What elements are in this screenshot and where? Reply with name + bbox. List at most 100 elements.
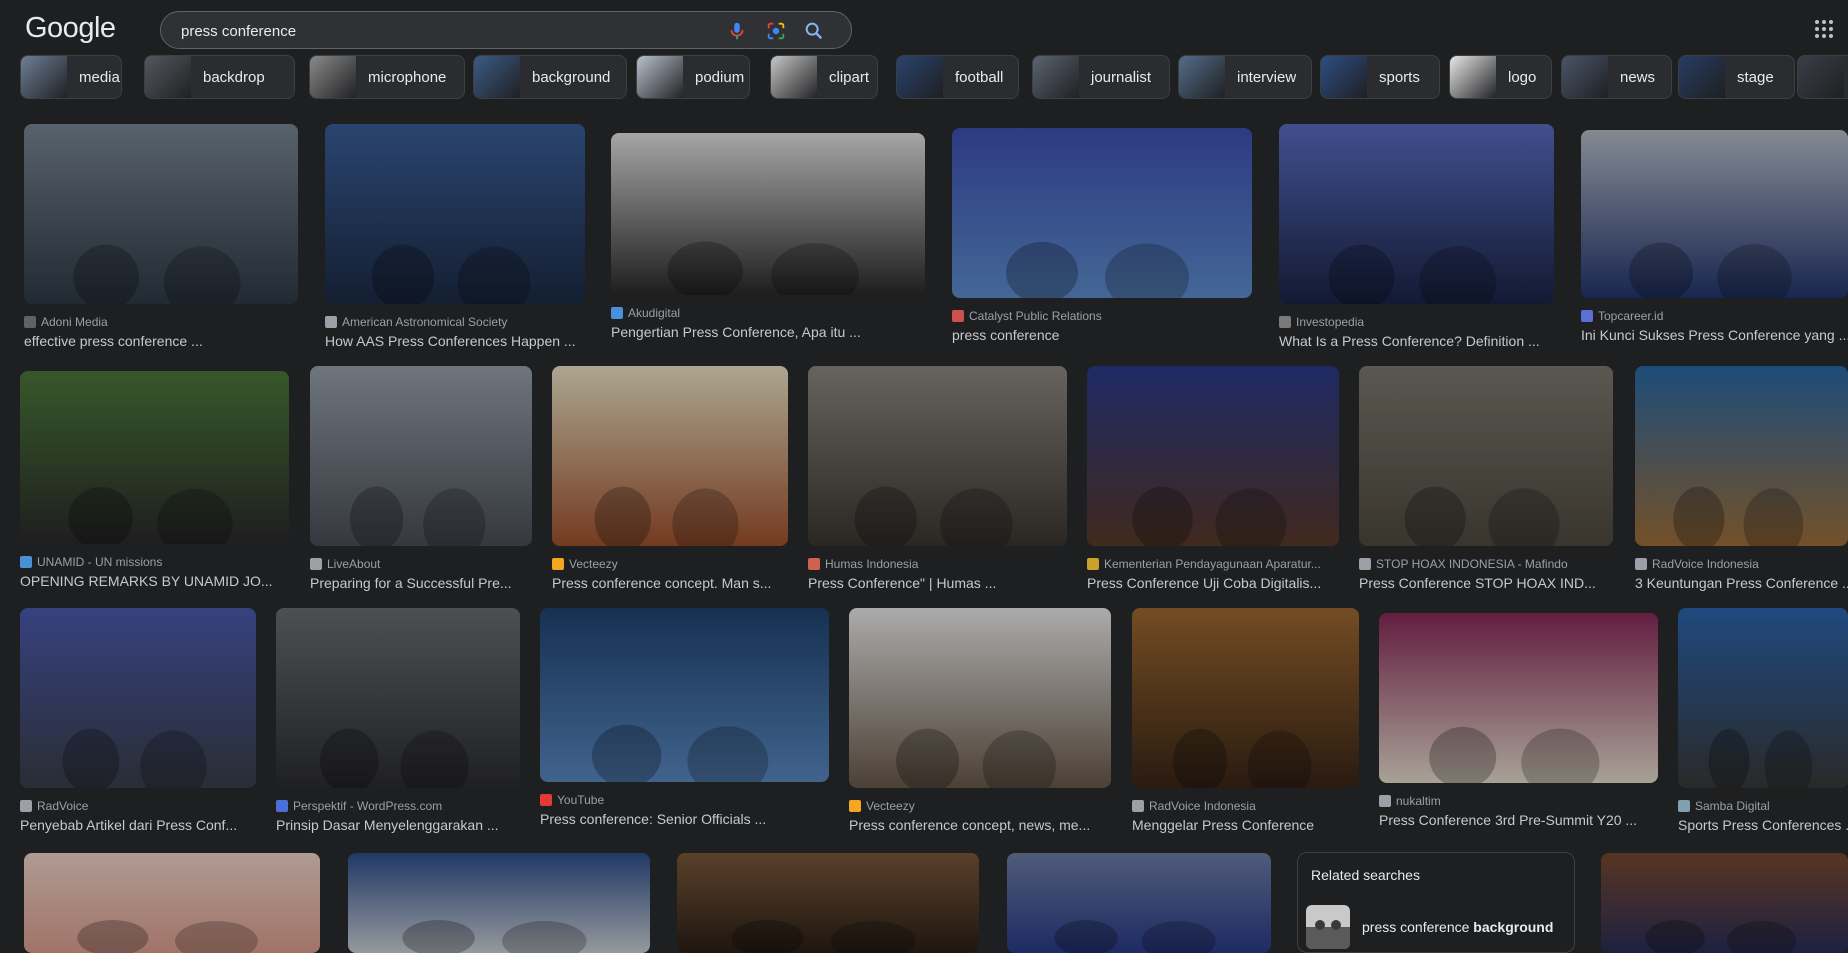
result-thumbnail[interactable] bbox=[276, 608, 520, 788]
result-source[interactable]: Humas Indonesia bbox=[808, 557, 1067, 571]
chip-sports[interactable]: sports bbox=[1320, 55, 1440, 99]
result-thumbnail[interactable] bbox=[611, 133, 925, 295]
result-source[interactable]: Samba Digital bbox=[1678, 799, 1848, 813]
result-source[interactable]: RadVoice bbox=[20, 799, 256, 813]
result-title[interactable]: Penyebab Artikel dari Press Conf... bbox=[20, 817, 266, 833]
chip-stage[interactable]: stage bbox=[1678, 55, 1795, 99]
result-thumbnail[interactable] bbox=[1359, 366, 1613, 546]
result-thumbnail[interactable] bbox=[20, 371, 289, 544]
result-source-name: LiveAbout bbox=[327, 557, 381, 571]
search-input[interactable] bbox=[181, 21, 701, 41]
result-title[interactable]: Press conference: Senior Officials ... bbox=[540, 811, 839, 827]
chip-label: journalist bbox=[1091, 69, 1152, 86]
result-title[interactable]: effective press conference ... bbox=[24, 333, 308, 349]
result-source[interactable]: RadVoice Indonesia bbox=[1635, 557, 1848, 571]
result-thumbnail[interactable] bbox=[24, 124, 298, 304]
result-source[interactable]: Perspektif - WordPress.com bbox=[276, 799, 520, 813]
result-title[interactable]: Press Conference" | Humas ... bbox=[808, 575, 1077, 591]
chip-journalist[interactable]: journalist bbox=[1032, 55, 1170, 99]
result-source[interactable]: American Astronomical Society bbox=[325, 315, 585, 329]
result-title[interactable]: Prinsip Dasar Menyelenggarakan ... bbox=[276, 817, 530, 833]
result-source[interactable]: Vecteezy bbox=[552, 557, 788, 571]
chip-media[interactable]: media bbox=[20, 55, 122, 99]
result-title[interactable]: Press Conference Uji Coba Digitalis... bbox=[1087, 575, 1349, 591]
chip-microphone[interactable]: microphone bbox=[309, 55, 465, 99]
result-source[interactable]: nukaltim bbox=[1379, 794, 1658, 808]
chip-p[interactable]: p bbox=[1797, 55, 1848, 99]
google-lens-icon[interactable] bbox=[765, 20, 787, 42]
result-thumbnail[interactable] bbox=[952, 128, 1252, 298]
chip-backdrop[interactable]: backdrop bbox=[144, 55, 295, 99]
result-source[interactable]: LiveAbout bbox=[310, 557, 532, 571]
favicon-icon bbox=[1379, 795, 1391, 807]
result-source[interactable]: STOP HOAX INDONESIA - Mafindo bbox=[1359, 557, 1613, 571]
result-thumbnail[interactable] bbox=[325, 124, 585, 304]
result-thumbnail[interactable] bbox=[1379, 613, 1658, 783]
result-title[interactable]: press conference bbox=[952, 327, 1262, 343]
result-title[interactable]: Menggelar Press Conference bbox=[1132, 817, 1369, 833]
result-source[interactable]: RadVoice Indonesia bbox=[1132, 799, 1359, 813]
result-source[interactable]: Vecteezy bbox=[849, 799, 1111, 813]
chip-podium[interactable]: podium bbox=[636, 55, 750, 99]
result-thumbnail[interactable] bbox=[552, 366, 788, 546]
result-thumbnail[interactable] bbox=[808, 366, 1067, 546]
result-title[interactable]: Press Conference 3rd Pre-Summit Y20 ... bbox=[1379, 812, 1668, 828]
chip-background[interactable]: background bbox=[473, 55, 627, 99]
result-thumbnail[interactable] bbox=[348, 853, 650, 953]
result-thumbnail[interactable] bbox=[1132, 608, 1359, 788]
result-source[interactable]: Investopedia bbox=[1279, 315, 1554, 329]
result-thumbnail[interactable] bbox=[1601, 853, 1848, 953]
chip-thumbnail bbox=[1033, 56, 1079, 98]
result-thumbnail[interactable] bbox=[1635, 366, 1848, 546]
result-source[interactable]: YouTube bbox=[540, 793, 829, 807]
chip-logo[interactable]: logo bbox=[1449, 55, 1552, 99]
result-source[interactable]: Kementerian Pendayagunaan Aparatur... bbox=[1087, 557, 1339, 571]
chip-football[interactable]: football bbox=[896, 55, 1019, 99]
result-source[interactable]: Catalyst Public Relations bbox=[952, 309, 1252, 323]
result-title[interactable]: Press conference concept, news, me... bbox=[849, 817, 1121, 833]
result-thumbnail[interactable] bbox=[1279, 124, 1554, 304]
result-source-name: YouTube bbox=[557, 793, 605, 807]
chip-news[interactable]: news bbox=[1561, 55, 1672, 99]
result-title[interactable]: Ini Kunci Sukses Press Conference yang .… bbox=[1581, 327, 1848, 343]
result-thumbnail[interactable] bbox=[849, 608, 1111, 788]
result-title[interactable]: Press Conference STOP HOAX IND... bbox=[1359, 575, 1623, 591]
apps-grid-icon[interactable] bbox=[1814, 19, 1834, 39]
result-thumbnail[interactable] bbox=[540, 608, 829, 782]
result-thumbnail[interactable] bbox=[20, 608, 256, 788]
result-title[interactable]: Pengertian Press Conference, Apa itu ... bbox=[611, 324, 935, 340]
search-icon[interactable] bbox=[803, 20, 825, 42]
result-thumbnail[interactable] bbox=[1087, 366, 1339, 546]
result-source[interactable]: Adoni Media bbox=[24, 315, 298, 329]
result-title[interactable]: OPENING REMARKS BY UNAMID JO... bbox=[20, 573, 299, 589]
result-source-name: American Astronomical Society bbox=[342, 315, 508, 329]
result-thumbnail[interactable] bbox=[24, 853, 320, 953]
result-title[interactable]: Sports Press Conferences ... bbox=[1678, 817, 1848, 833]
related-search-item[interactable]: press conference background bbox=[1306, 905, 1568, 949]
favicon-icon bbox=[611, 307, 623, 319]
chip-label: clipart bbox=[829, 69, 870, 86]
google-logo[interactable]: Google bbox=[25, 12, 116, 45]
search-box[interactable] bbox=[160, 11, 852, 49]
result-title[interactable]: What Is a Press Conference? Definition .… bbox=[1279, 333, 1564, 349]
result-title[interactable]: How AAS Press Conferences Happen ... bbox=[325, 333, 595, 349]
result-thumbnail[interactable] bbox=[310, 366, 532, 546]
result-title[interactable]: 3 Keuntungan Press Conference ... bbox=[1635, 575, 1848, 591]
result-title[interactable]: Press conference concept. Man s... bbox=[552, 575, 798, 591]
chip-interview[interactable]: interview bbox=[1178, 55, 1312, 99]
result-thumbnail[interactable] bbox=[1007, 853, 1271, 953]
result-source[interactable]: UNAMID - UN missions bbox=[20, 555, 289, 569]
chip-label: news bbox=[1620, 69, 1656, 86]
chip-thumbnail bbox=[1798, 56, 1844, 98]
chip-label: podium bbox=[695, 69, 745, 86]
result-title[interactable]: Preparing for a Successful Pre... bbox=[310, 575, 542, 591]
result-source[interactable]: Topcareer.id bbox=[1581, 309, 1848, 323]
chip-clipart[interactable]: clipart bbox=[770, 55, 878, 99]
microphone-icon[interactable] bbox=[726, 20, 748, 42]
result-source[interactable]: Akudigital bbox=[611, 306, 925, 320]
result-thumbnail[interactable] bbox=[677, 853, 979, 953]
result-thumbnail[interactable] bbox=[1581, 130, 1848, 298]
chip-thumbnail bbox=[637, 56, 683, 98]
result-thumbnail[interactable] bbox=[1678, 608, 1848, 788]
chip-label: football bbox=[955, 69, 1004, 86]
